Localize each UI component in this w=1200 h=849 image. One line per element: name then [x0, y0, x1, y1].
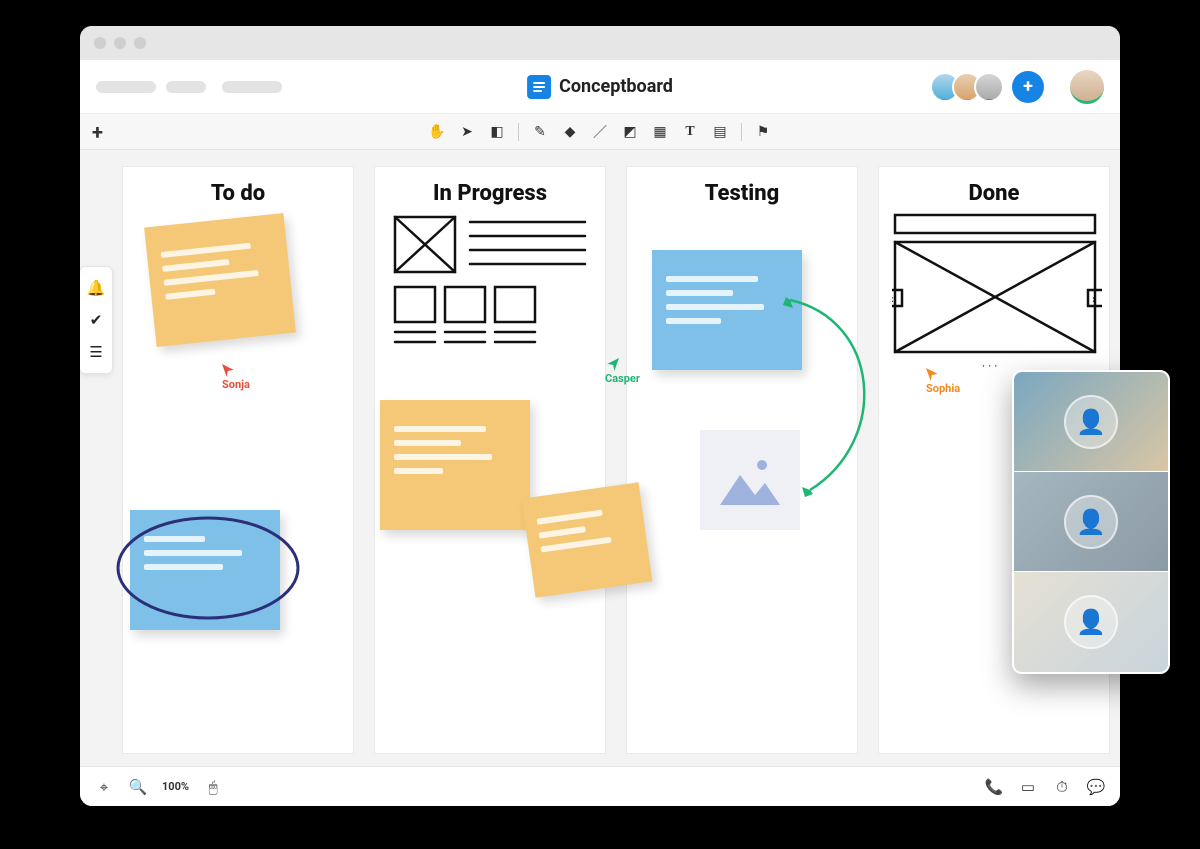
logo-icon: [527, 75, 551, 99]
eraser-tool-icon[interactable]: ◧: [488, 123, 506, 141]
sidebar-rail: 🔔 ✔ ☰: [80, 266, 113, 374]
text-tool-icon[interactable]: T: [681, 123, 699, 141]
cursor-label: Sonja: [222, 378, 250, 391]
pointer-tool-icon[interactable]: ➤: [458, 123, 476, 141]
hand-tool-icon[interactable]: ✋: [428, 123, 446, 141]
checkmark-icon[interactable]: ✔: [90, 311, 103, 329]
video-tile[interactable]: 👤: [1014, 572, 1168, 672]
freehand-annotation: [108, 498, 308, 638]
svg-text:· · ·: · · ·: [982, 359, 997, 373]
current-user-avatar[interactable]: [1070, 70, 1104, 104]
bell-icon[interactable]: 🔔: [87, 279, 106, 297]
zoom-level[interactable]: 100%: [162, 780, 189, 793]
window-control-zoom[interactable]: [134, 37, 146, 49]
sticky-note[interactable]: [522, 482, 653, 597]
list-icon[interactable]: ☰: [89, 343, 102, 361]
app-window: Conceptboard + + ✋ ➤ ◧ ✎ ◆ ／ ◩ ▦ T ▤: [80, 26, 1120, 806]
breadcrumb-placeholder: [166, 81, 206, 93]
wireframe-sketch[interactable]: ‹ › · · ·: [892, 212, 1102, 382]
present-icon[interactable]: ▭: [1018, 778, 1038, 796]
footer-bar: ⌖ 🔍 100% 🖱 📞 ▭ ⏱ 💬: [80, 766, 1120, 806]
separator: [741, 123, 742, 141]
column-title: In Progress: [375, 167, 605, 216]
video-call-panel[interactable]: 👤 👤 👤: [1012, 370, 1170, 674]
line-tool-icon[interactable]: ／: [591, 123, 609, 141]
brand-name: Conceptboard: [559, 76, 673, 97]
invite-button[interactable]: +: [1012, 71, 1044, 103]
sticky-note[interactable]: [380, 400, 530, 530]
add-tab-button[interactable]: +: [92, 120, 103, 144]
cursor-label: Casper: [605, 372, 640, 385]
svg-text:‹: ‹: [892, 292, 894, 306]
video-tile[interactable]: 👤: [1014, 472, 1168, 572]
compass-icon[interactable]: ⌖: [94, 778, 114, 796]
column-title: To do: [123, 167, 353, 216]
separator: [518, 123, 519, 141]
highlighter-tool-icon[interactable]: ◆: [561, 123, 579, 141]
video-tile[interactable]: 👤: [1014, 372, 1168, 472]
window-control-close[interactable]: [94, 37, 106, 49]
table-tool-icon[interactable]: ▦: [651, 123, 669, 141]
remote-cursor-casper: Casper: [605, 358, 640, 385]
person-icon: 👤: [1064, 395, 1118, 449]
shape-tool-icon[interactable]: ◩: [621, 123, 639, 141]
browser-titlebar: [80, 26, 1120, 60]
brand-logo: Conceptboard: [527, 75, 673, 99]
cursor-label: Sophia: [926, 382, 960, 395]
remote-cursor-sophia: Sophia: [926, 368, 960, 395]
sticky-note[interactable]: [144, 213, 296, 347]
image-placeholder[interactable]: [700, 430, 800, 530]
breadcrumb-placeholder: [222, 81, 282, 93]
note-tool-icon[interactable]: ▤: [711, 123, 729, 141]
column-title: Done: [879, 167, 1109, 216]
person-icon: 👤: [1064, 495, 1118, 549]
column-title: Testing: [627, 167, 857, 216]
breadcrumb-placeholder: [96, 81, 156, 93]
wireframe-sketch[interactable]: [390, 212, 590, 362]
avatar[interactable]: [974, 72, 1004, 102]
timer-icon[interactable]: ⏱: [1052, 778, 1072, 796]
zoom-icon[interactable]: 🔍: [128, 778, 148, 796]
person-icon: 👤: [1064, 595, 1118, 649]
board-canvas[interactable]: 🔔 ✔ ☰ To do In Progress Testing Done: [80, 150, 1120, 766]
chat-icon[interactable]: 💬: [1086, 778, 1106, 796]
pen-tool-icon[interactable]: ✎: [531, 123, 549, 141]
comment-tool-icon[interactable]: ⚑: [754, 123, 772, 141]
remote-cursor-sonja: Sonja: [222, 364, 250, 391]
phone-icon[interactable]: 📞: [984, 778, 1004, 796]
mouse-icon[interactable]: 🖱: [203, 778, 223, 796]
tool-toolbar: + ✋ ➤ ◧ ✎ ◆ ／ ◩ ▦ T ▤ ⚑: [80, 114, 1120, 150]
window-control-minimize[interactable]: [114, 37, 126, 49]
collaborator-avatars: [930, 72, 1004, 102]
app-header: Conceptboard +: [80, 60, 1120, 114]
svg-text:›: ›: [1092, 292, 1096, 306]
